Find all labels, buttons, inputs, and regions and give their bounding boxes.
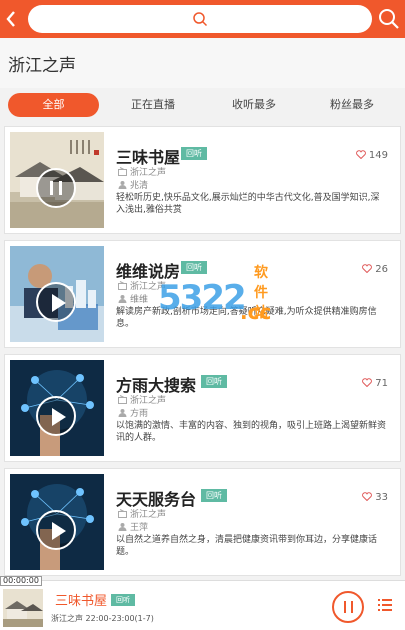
replay-badge[interactable]: 回听 [181,261,207,274]
station-meta: 浙江之声 [118,393,166,406]
user-icon [118,181,127,189]
host-meta: 王萍 [118,520,148,533]
program-description: 轻松听历史,快乐品文化,展示灿烂的中华古代文化,普及国学知识,深入浅出,雅俗共赏 [116,193,380,215]
search-input[interactable] [28,5,372,33]
program-card[interactable]: 三味书屋 回听 149 浙江之声 兆清 轻松听历史,快乐品文化,展示灿烂的中华古… [4,126,401,234]
host-name: 方雨 [130,409,149,419]
station-meta: 浙江之声 [118,279,166,292]
station-header: 浙江之声 [0,38,405,88]
chevron-left-icon [6,11,15,27]
player-title: 三味书屋 [55,594,108,609]
likes-count[interactable]: 149 [355,149,388,161]
pause-icon [50,181,53,195]
filter-tabs: 全部 正在直播 收听最多 粉丝最多 [0,88,405,122]
host-meta: 维维 [118,292,148,305]
likes-value: 149 [368,150,388,161]
host-name: 兆清 [130,181,149,191]
search-button[interactable] [377,7,401,31]
playlist-icon[interactable] [378,598,392,612]
likes-value: 71 [375,378,388,389]
program-thumbnail [10,246,104,342]
program-card[interactable]: 维维说房 回听 26 浙江之声 维维 解读房产新政,剖析市场走向,答疑听众疑难,… [4,240,401,348]
program-card[interactable]: 方雨大搜索 回听 71 浙江之声 方雨 以饱满的激情、丰富的内容、独到的视角，吸… [4,354,401,462]
player-subtitle: 浙江之声 22:00-23:00(1-7) [51,614,154,623]
search-icon [193,12,208,27]
play-button[interactable] [36,396,76,436]
likes-count[interactable]: 71 [362,377,388,389]
likes-value: 26 [375,264,388,275]
host-meta: 方雨 [118,406,148,419]
station-meta: 浙江之声 [118,165,166,178]
heart-icon [362,264,372,274]
page-title: 浙江之声 [8,56,76,76]
play-icon [52,522,66,540]
station-name: 浙江之声 [130,282,167,292]
player-pause-button[interactable] [332,591,364,623]
back-button[interactable] [2,8,20,30]
play-icon [52,294,66,312]
program-card[interactable]: 天天服务台 回听 33 浙江之声 王萍 以自然之道养自然之身，清晨把健康资讯带到… [4,468,401,576]
tab-most-fans[interactable]: 粉丝最多 [314,93,390,117]
replay-badge[interactable]: 回听 [201,375,227,388]
play-icon [52,408,66,426]
player-time: 00:00:00 [0,576,42,586]
program-thumbnail [10,474,104,570]
replay-badge[interactable]: 回听 [181,147,207,160]
tab-most-listened[interactable]: 收听最多 [216,93,292,117]
station-meta: 浙江之声 [118,507,166,520]
play-button[interactable] [36,510,76,550]
tab-all[interactable]: 全部 [8,93,99,117]
heart-icon [355,150,366,160]
likes-count[interactable]: 26 [362,263,388,275]
radio-icon [118,395,127,404]
heart-icon [362,492,372,502]
tab-live[interactable]: 正在直播 [115,93,191,117]
pause-icon [344,601,346,613]
player-thumbnail [3,589,43,627]
host-name: 王萍 [130,523,149,533]
station-name: 浙江之声 [130,396,167,406]
play-button[interactable] [36,282,76,322]
likes-value: 33 [375,492,388,503]
pause-button[interactable] [36,168,76,208]
program-description: 以饱满的激情、丰富的内容、独到的视角，吸引上班路上渴望新鲜资讯的人群。 [116,421,387,443]
program-description: 以自然之道养自然之身，清晨把健康资讯带到你耳边，分享健康话题。 [116,535,378,557]
radio-icon [118,281,127,290]
user-icon [118,523,127,531]
replay-badge[interactable]: 回听 [201,489,227,502]
host-name: 维维 [130,295,149,305]
user-icon [118,409,127,417]
station-name: 浙江之声 [130,510,167,520]
station-name: 浙江之声 [130,168,167,178]
player-replay-badge: 回听 [111,594,135,606]
program-thumbnail [10,132,104,228]
mini-player[interactable]: 三味书屋 回听 浙江之声 22:00-23:00(1-7) [0,580,405,630]
radio-icon [118,509,127,518]
program-thumbnail [10,360,104,456]
top-bar [0,0,405,38]
user-icon [118,295,127,303]
radio-icon [118,167,127,176]
heart-icon [362,378,372,388]
program-description: 解读房产新政,剖析市场走向,答疑听众疑难,为听众提供精准购房信息。 [116,307,377,329]
likes-count[interactable]: 33 [362,491,388,503]
host-meta: 兆清 [118,178,148,191]
